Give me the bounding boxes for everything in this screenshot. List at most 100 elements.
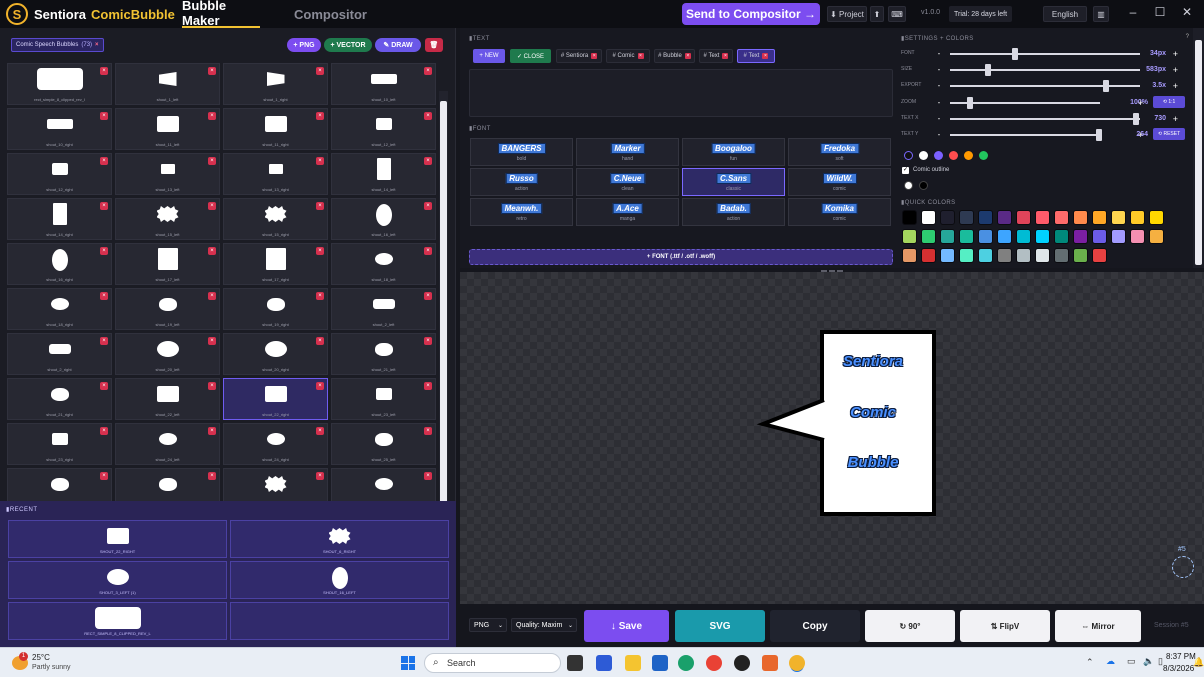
quick-color-swatch[interactable]: [978, 229, 993, 244]
delete-bubble-icon[interactable]: ×: [208, 337, 216, 345]
collection-chip[interactable]: Comic Speech Bubbles (73) ×: [11, 38, 104, 52]
bubble-tile[interactable]: × shout_19_right: [223, 288, 328, 330]
slider-track[interactable]: [950, 102, 1100, 104]
slider-handle[interactable]: [966, 97, 973, 109]
delete-bubble-icon[interactable]: ×: [424, 112, 432, 120]
bubble-text-line-1[interactable]: Sentiora: [818, 353, 928, 370]
quick-color-swatch[interactable]: [921, 210, 936, 225]
windows-start-icon[interactable]: [401, 656, 415, 670]
quick-color-swatch[interactable]: [997, 210, 1012, 225]
taskbar-search[interactable]: ⌕ Search: [424, 653, 561, 673]
settings-scrollbar[interactable]: [1193, 28, 1204, 268]
slider-handle[interactable]: [1095, 129, 1102, 141]
delete-bubble-icon[interactable]: ×: [424, 67, 432, 75]
add-png-button[interactable]: + PNG: [287, 38, 321, 52]
delete-bubble-icon[interactable]: ×: [316, 427, 324, 435]
quick-color-swatch[interactable]: [1035, 210, 1050, 225]
bubble-tile[interactable]: × shout_16_right: [7, 243, 112, 285]
quick-color-swatch[interactable]: [1054, 229, 1069, 244]
quick-color-swatch[interactable]: [902, 229, 917, 244]
delete-bubble-icon[interactable]: ×: [424, 292, 432, 300]
file-explorer-icon[interactable]: [625, 655, 641, 671]
delete-bubble-icon[interactable]: ×: [424, 427, 432, 435]
bubble-tile[interactable]: × shout_14_left: [331, 153, 436, 195]
quick-color-swatch[interactable]: [1130, 210, 1145, 225]
quick-color-swatch[interactable]: [1092, 229, 1107, 244]
delete-bubble-icon[interactable]: ×: [424, 337, 432, 345]
bubble-tile[interactable]: × shout_22_left: [115, 378, 220, 420]
delete-bubble-icon[interactable]: ×: [424, 247, 432, 255]
remove-layer-icon[interactable]: ×: [762, 53, 769, 59]
quick-color-swatch[interactable]: [1073, 229, 1088, 244]
bubble-tile[interactable]: × shout_1_left: [115, 63, 220, 105]
slider-handle[interactable]: [1102, 80, 1109, 92]
slider-handle[interactable]: [1011, 48, 1018, 60]
upload-button[interactable]: ⬆: [870, 6, 884, 22]
bubble-text-line-3[interactable]: Bubble: [818, 454, 928, 471]
slider-track[interactable]: [950, 53, 1140, 55]
remove-layer-icon[interactable]: ×: [591, 53, 598, 59]
delete-bubble-icon[interactable]: ×: [316, 472, 324, 480]
position-reset-button[interactable]: ⟲ RESET: [1153, 128, 1185, 140]
clock-time[interactable]: 8:37 PM: [1166, 652, 1196, 661]
format-select[interactable]: PNG ⌄: [469, 618, 507, 632]
delete-bubble-icon[interactable]: ×: [208, 247, 216, 255]
delete-bubble-icon[interactable]: ×: [316, 202, 324, 210]
chatgpt-icon[interactable]: [734, 655, 750, 671]
quick-color-swatch[interactable]: [1073, 248, 1088, 263]
decrement-button[interactable]: -: [935, 82, 943, 90]
language-select[interactable]: English: [1043, 6, 1087, 22]
minimize-icon[interactable]: –: [1124, 5, 1142, 19]
delete-bubble-icon[interactable]: ×: [100, 337, 108, 345]
bubble-tile[interactable]: × shout_13_right: [223, 153, 328, 195]
quick-color-swatch[interactable]: [921, 229, 936, 244]
delete-bubble-icon[interactable]: ×: [208, 382, 216, 390]
text-color-swatch[interactable]: [949, 151, 958, 160]
bubble-tile[interactable]: × shout_21_right: [7, 378, 112, 420]
bubble-tile[interactable]: × shout_20_left: [115, 333, 220, 375]
bubble-tile[interactable]: × shout_11_right: [223, 108, 328, 150]
task-view-icon[interactable]: [567, 655, 583, 671]
bubble-tile[interactable]: × shout_11_left: [115, 108, 220, 150]
flipv-button[interactable]: ⇅ FlipV: [960, 610, 1050, 642]
bubble-tile[interactable]: × shout_21_left: [331, 333, 436, 375]
delete-bubble-icon[interactable]: ×: [100, 202, 108, 210]
tab-bubble-maker[interactable]: Bubble Maker: [182, 0, 260, 28]
quick-color-swatch[interactable]: [1054, 248, 1069, 263]
delete-bubble-icon[interactable]: ×: [100, 112, 108, 120]
outline-checkbox[interactable]: ✓: [902, 167, 909, 174]
bubble-tile[interactable]: × shout_2_left: [331, 288, 436, 330]
delete-bubble-icon[interactable]: ×: [316, 157, 324, 165]
delete-bubble-icon[interactable]: ×: [100, 247, 108, 255]
mirror-button[interactable]: ⇔ Mirror: [1055, 610, 1141, 642]
svg-button[interactable]: SVG: [675, 610, 765, 642]
bubble-tile[interactable]: × shout_18_right: [7, 288, 112, 330]
font-option[interactable]: BANGERS bold: [470, 138, 573, 166]
bubble-tile[interactable]: × shout_1_right: [223, 63, 328, 105]
delete-bubble-icon[interactable]: ×: [316, 247, 324, 255]
quick-color-swatch[interactable]: [1035, 229, 1050, 244]
bubble-tile[interactable]: × shout_18_left: [331, 243, 436, 285]
bubble-tile[interactable]: × shout_2_right: [7, 333, 112, 375]
bubble-tile[interactable]: × shout_13_left: [115, 153, 220, 195]
text-input[interactable]: [469, 69, 893, 117]
scrollbar-thumb[interactable]: [440, 101, 447, 511]
app-icon-1[interactable]: [596, 655, 612, 671]
delete-bubble-icon[interactable]: ×: [100, 427, 108, 435]
quick-color-swatch[interactable]: [940, 210, 955, 225]
delete-bubble-icon[interactable]: ×: [208, 67, 216, 75]
settings-scrollbar-thumb[interactable]: [1195, 40, 1202, 265]
bubble-tile[interactable]: × rect_simple_8_clipped_rev_l: [7, 63, 112, 105]
bubble-tile[interactable]: × shout_12_left: [331, 108, 436, 150]
decrement-button[interactable]: -: [935, 50, 943, 58]
quick-color-swatch[interactable]: [997, 229, 1012, 244]
delete-bubble-icon[interactable]: ×: [424, 382, 432, 390]
font-option[interactable]: Fredoka soft: [788, 138, 891, 166]
quick-color-swatch[interactable]: [978, 210, 993, 225]
font-option[interactable]: Boogaloo fun: [682, 138, 785, 166]
bubble-tile[interactable]: × shout_22_right: [223, 378, 328, 420]
delete-bubble-icon[interactable]: ×: [424, 202, 432, 210]
quick-color-swatch[interactable]: [940, 248, 955, 263]
delete-bubble-icon[interactable]: ×: [316, 337, 324, 345]
quick-color-swatch[interactable]: [1016, 210, 1031, 225]
